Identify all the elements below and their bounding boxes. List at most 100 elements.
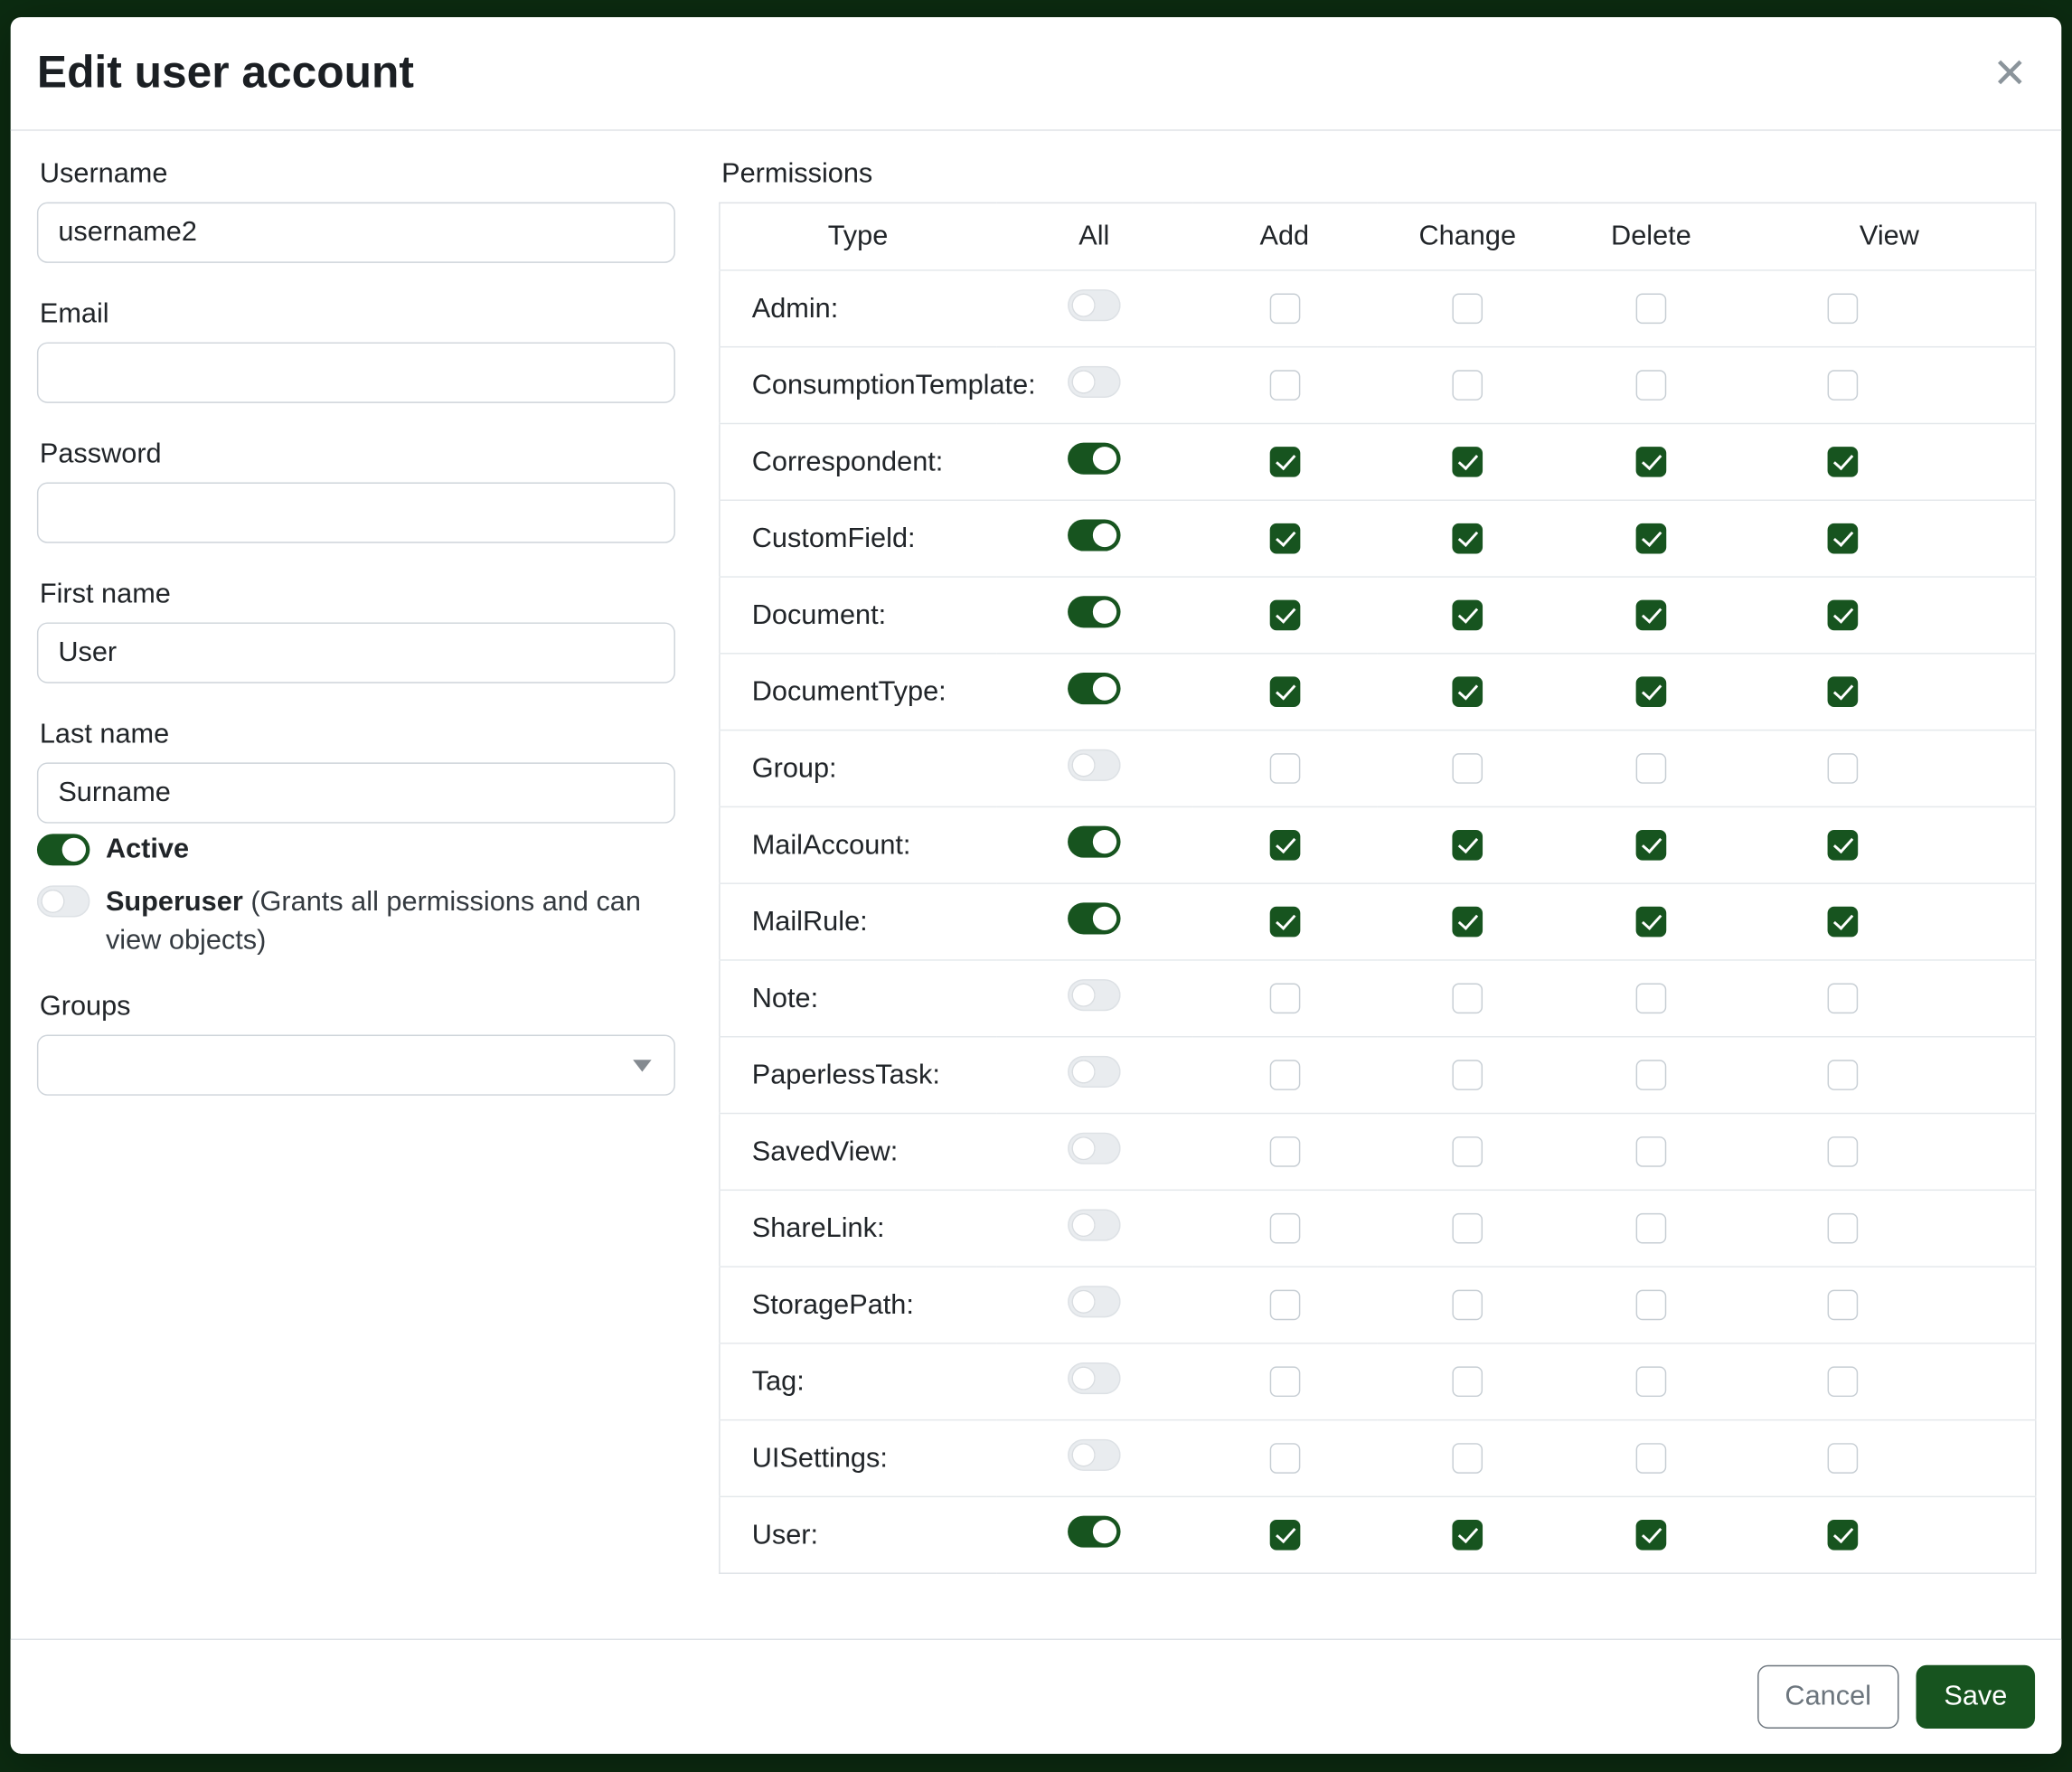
all-toggle[interactable] (1068, 1133, 1120, 1164)
change-checkbox[interactable] (1452, 1520, 1483, 1550)
add-checkbox[interactable] (1269, 1136, 1300, 1167)
delete-checkbox[interactable] (1636, 447, 1667, 477)
view-checkbox[interactable] (1827, 1060, 1858, 1090)
active-toggle[interactable] (37, 834, 89, 865)
add-checkbox[interactable] (1269, 600, 1300, 631)
delete-checkbox[interactable] (1636, 753, 1667, 784)
close-icon[interactable]: ✕ (1992, 52, 2027, 93)
all-toggle[interactable] (1068, 366, 1120, 398)
add-checkbox[interactable] (1269, 753, 1300, 784)
add-checkbox[interactable] (1269, 294, 1300, 325)
change-checkbox[interactable] (1452, 523, 1483, 554)
first-name-field-group: First name (37, 579, 675, 683)
add-checkbox[interactable] (1269, 523, 1300, 554)
change-checkbox[interactable] (1452, 984, 1483, 1014)
groups-select[interactable] (37, 1035, 675, 1096)
view-checkbox[interactable] (1827, 1443, 1858, 1474)
column-header-type: Type (720, 203, 996, 270)
view-checkbox[interactable] (1827, 1520, 1858, 1550)
delete-checkbox[interactable] (1636, 1366, 1667, 1397)
password-input[interactable] (37, 483, 675, 543)
add-checkbox[interactable] (1269, 1366, 1300, 1397)
add-checkbox[interactable] (1269, 1443, 1300, 1474)
change-checkbox[interactable] (1452, 907, 1483, 938)
email-input[interactable] (37, 343, 675, 403)
add-checkbox[interactable] (1269, 1290, 1300, 1321)
view-checkbox[interactable] (1827, 600, 1858, 631)
add-checkbox[interactable] (1269, 830, 1300, 861)
change-checkbox[interactable] (1452, 1443, 1483, 1474)
view-checkbox[interactable] (1827, 370, 1858, 401)
view-checkbox[interactable] (1827, 984, 1858, 1014)
last-name-label: Last name (40, 719, 675, 750)
add-checkbox[interactable] (1269, 907, 1300, 938)
first-name-input[interactable] (37, 622, 675, 683)
all-toggle[interactable] (1068, 673, 1120, 704)
change-checkbox[interactable] (1452, 1136, 1483, 1167)
delete-checkbox[interactable] (1636, 1290, 1667, 1321)
all-toggle[interactable] (1068, 443, 1120, 475)
delete-checkbox[interactable] (1636, 370, 1667, 401)
change-checkbox[interactable] (1452, 1213, 1483, 1244)
view-checkbox[interactable] (1827, 1366, 1858, 1397)
all-toggle[interactable] (1068, 289, 1120, 321)
all-toggle[interactable] (1068, 1209, 1120, 1240)
change-checkbox[interactable] (1452, 294, 1483, 325)
all-toggle[interactable] (1068, 596, 1120, 627)
change-checkbox[interactable] (1452, 676, 1483, 707)
all-toggle[interactable] (1068, 749, 1120, 781)
change-checkbox[interactable] (1452, 600, 1483, 631)
all-toggle[interactable] (1068, 1439, 1120, 1471)
add-checkbox[interactable] (1269, 370, 1300, 401)
change-checkbox[interactable] (1452, 447, 1483, 477)
change-checkbox[interactable] (1452, 830, 1483, 861)
superuser-toggle[interactable] (37, 885, 89, 917)
add-checkbox[interactable] (1269, 1060, 1300, 1090)
add-checkbox[interactable] (1269, 1213, 1300, 1244)
view-checkbox[interactable] (1827, 1290, 1858, 1321)
delete-checkbox[interactable] (1636, 523, 1667, 554)
add-checkbox[interactable] (1269, 447, 1300, 477)
delete-checkbox[interactable] (1636, 984, 1667, 1014)
view-checkbox[interactable] (1827, 830, 1858, 861)
view-checkbox[interactable] (1827, 1213, 1858, 1244)
change-checkbox[interactable] (1452, 370, 1483, 401)
delete-checkbox[interactable] (1636, 294, 1667, 325)
view-checkbox[interactable] (1827, 676, 1858, 707)
view-checkbox[interactable] (1827, 907, 1858, 938)
all-toggle[interactable] (1068, 1056, 1120, 1088)
delete-checkbox[interactable] (1636, 907, 1667, 938)
username-input[interactable] (37, 203, 675, 263)
all-toggle[interactable] (1068, 1362, 1120, 1394)
change-checkbox[interactable] (1452, 753, 1483, 784)
delete-checkbox[interactable] (1636, 1520, 1667, 1550)
permission-row: SavedView: (720, 1114, 2036, 1191)
delete-checkbox[interactable] (1636, 1060, 1667, 1090)
add-checkbox[interactable] (1269, 676, 1300, 707)
add-checkbox[interactable] (1269, 984, 1300, 1014)
view-checkbox[interactable] (1827, 1136, 1858, 1167)
delete-checkbox[interactable] (1636, 830, 1667, 861)
view-checkbox[interactable] (1827, 753, 1858, 784)
delete-checkbox[interactable] (1636, 1213, 1667, 1244)
delete-checkbox[interactable] (1636, 600, 1667, 631)
all-toggle[interactable] (1068, 1516, 1120, 1548)
add-checkbox[interactable] (1269, 1520, 1300, 1550)
delete-checkbox[interactable] (1636, 1136, 1667, 1167)
last-name-input[interactable] (37, 762, 675, 823)
view-checkbox[interactable] (1827, 294, 1858, 325)
delete-checkbox[interactable] (1636, 1443, 1667, 1474)
change-checkbox[interactable] (1452, 1290, 1483, 1321)
all-toggle[interactable] (1068, 826, 1120, 858)
all-toggle[interactable] (1068, 902, 1120, 934)
cancel-button[interactable]: Cancel (1757, 1665, 1899, 1729)
view-checkbox[interactable] (1827, 523, 1858, 554)
save-button[interactable]: Save (1917, 1665, 2035, 1729)
all-toggle[interactable] (1068, 519, 1120, 551)
all-toggle[interactable] (1068, 1286, 1120, 1317)
change-checkbox[interactable] (1452, 1366, 1483, 1397)
delete-checkbox[interactable] (1636, 676, 1667, 707)
change-checkbox[interactable] (1452, 1060, 1483, 1090)
all-toggle[interactable] (1068, 979, 1120, 1011)
view-checkbox[interactable] (1827, 447, 1858, 477)
